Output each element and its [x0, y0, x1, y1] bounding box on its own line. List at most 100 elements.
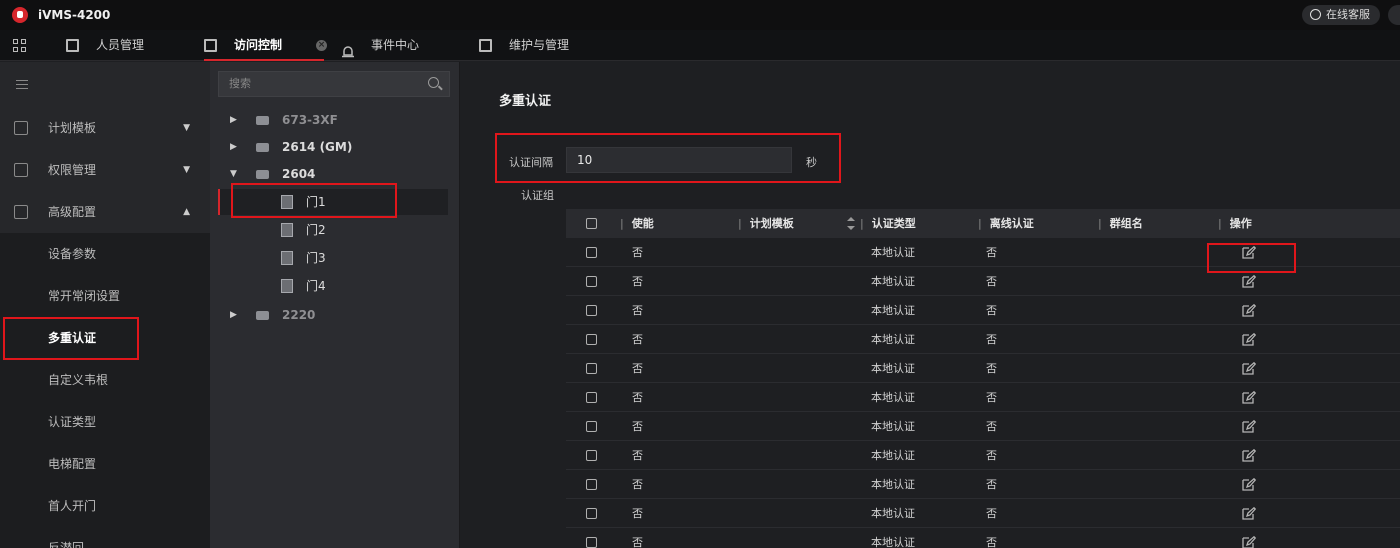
chevron-right-icon[interactable]: ▶ [230, 134, 237, 160]
column-header-template[interactable]: | 计划模板 [738, 209, 794, 238]
edit-icon[interactable] [1242, 507, 1256, 520]
cell-offline: 否 [986, 333, 997, 346]
row-checkbox[interactable] [586, 450, 597, 461]
online-support-button[interactable]: 在线客服 [1302, 5, 1380, 25]
tree-node-door[interactable]: 门1 [281, 189, 401, 215]
edit-icon[interactable] [1242, 362, 1256, 375]
column-separator: | [1218, 217, 1222, 230]
table-row[interactable]: 否 本地认证 否 [566, 325, 1400, 354]
tree-node-label: 673-3XF [282, 113, 338, 127]
sidebar-item-custom-wiegand[interactable]: 自定义韦根 [0, 359, 210, 401]
edit-icon[interactable] [1242, 391, 1256, 404]
sidebar-item-normally-open-close[interactable]: 常开常闭设置 [0, 275, 210, 317]
auth-group-table: | 使能 | 计划模板 | 认证类型 | 离线认证 | 群组名 | 操作 否本地认证否否本地… [566, 209, 1400, 548]
column-header-label: 认证类型 [871, 217, 916, 230]
table-row[interactable]: 否 本地认证 否 [566, 470, 1400, 499]
row-checkbox[interactable] [586, 421, 597, 432]
row-checkbox[interactable] [586, 276, 597, 287]
sidebar-item-permission[interactable]: 权限管理 ▼ [0, 149, 210, 191]
sidebar-item-auth-type[interactable]: 认证类型 [0, 401, 210, 443]
tree-node-label: 2220 [282, 308, 316, 322]
interval-label: 认证间隔 [509, 156, 553, 169]
tab-maintenance[interactable]: 维护与管理 [479, 30, 589, 61]
edit-icon[interactable] [1242, 420, 1256, 433]
chevron-right-icon[interactable]: ▶ [230, 302, 237, 328]
cell-enabled: 否 [632, 304, 643, 317]
search-icon[interactable] [428, 77, 439, 88]
cell-auth-type: 本地认证 [871, 507, 915, 520]
chevron-right-icon[interactable]: ▶ [230, 107, 237, 133]
tree-node-label: 门2 [306, 223, 326, 237]
sidebar-item-first-person-open[interactable]: 首人开门 [0, 485, 210, 527]
window-control[interactable] [1388, 5, 1400, 25]
row-checkbox[interactable] [586, 363, 597, 374]
row-checkbox[interactable] [586, 537, 597, 548]
row-checkbox[interactable] [586, 247, 597, 258]
tab-event-center[interactable]: 事件中心 [341, 30, 441, 61]
app-title: iVMS-4200 [38, 8, 111, 22]
column-header-enabled[interactable]: | 使能 [620, 209, 654, 238]
table-body: 否本地认证否否本地认证否否本地认证否否本地认证否否本地认证否否本地认证否否本地认… [566, 238, 1400, 548]
sidebar-item-anti-passback[interactable]: 反潜回 [0, 527, 210, 548]
tree-node-door[interactable]: 门3 [281, 245, 401, 271]
sidebar-item-multi-auth[interactable]: 多重认证 [0, 317, 210, 359]
close-icon[interactable]: × [316, 40, 327, 51]
sort-icon[interactable] [847, 216, 855, 231]
column-header-group-name[interactable]: | 群组名 [1098, 209, 1143, 238]
row-checkbox[interactable] [586, 508, 597, 519]
cell-offline: 否 [986, 391, 997, 404]
cell-enabled: 否 [632, 362, 643, 375]
sidebar-item-label: 电梯配置 [48, 457, 97, 471]
edit-icon[interactable] [1242, 246, 1256, 259]
tree-node-door[interactable]: 门2 [281, 217, 401, 243]
tree-node-device[interactable]: ▶ 2220 [230, 302, 430, 328]
edit-icon[interactable] [1242, 333, 1256, 346]
edit-icon[interactable] [1242, 536, 1256, 548]
sidebar-item-schedule-template[interactable]: 计划模板 ▼ [0, 107, 210, 149]
row-checkbox[interactable] [586, 305, 597, 316]
tree-node-device[interactable]: ▶ 673-3XF [230, 107, 430, 133]
tree-node-device[interactable]: ▼ 2604 [230, 161, 430, 187]
table-row[interactable]: 否 本地认证 否 [566, 441, 1400, 470]
row-checkbox[interactable] [586, 392, 597, 403]
select-all-checkbox[interactable] [586, 218, 597, 229]
cell-auth-type: 本地认证 [871, 275, 915, 288]
sidebar-item-advanced-config[interactable]: 高级配置 ▲ [0, 191, 210, 233]
table-row[interactable]: 否 本地认证 否 [566, 296, 1400, 325]
table-row[interactable]: 否 本地认证 否 [566, 412, 1400, 441]
sidebar-item-elevator-config[interactable]: 电梯配置 [0, 443, 210, 485]
column-header-offline[interactable]: | 离线认证 [978, 209, 1034, 238]
row-checkbox[interactable] [586, 479, 597, 490]
cell-enabled: 否 [632, 246, 643, 259]
table-header: | 使能 | 计划模板 | 认证类型 | 离线认证 | 群组名 | 操作 [566, 209, 1400, 238]
table-row[interactable]: 否 本地认证 否 [566, 354, 1400, 383]
sidebar-item-label: 设备参数 [48, 247, 97, 261]
interval-input[interactable]: 10 [566, 147, 792, 173]
menu-collapse-icon[interactable] [16, 80, 28, 89]
tab-access-control[interactable]: 访问控制 × [204, 30, 327, 61]
chevron-down-icon[interactable]: ▼ [230, 161, 237, 187]
table-row[interactable]: 否 本地认证 否 [566, 238, 1400, 267]
edit-icon[interactable] [1242, 478, 1256, 491]
row-checkbox[interactable] [586, 334, 597, 345]
alarm-bell-icon [341, 39, 355, 58]
online-support-label: 在线客服 [1326, 8, 1370, 21]
module-grid-icon[interactable] [13, 39, 27, 53]
interval-unit: 秒 [806, 156, 817, 169]
tab-person-management[interactable]: 人员管理 [66, 30, 176, 61]
chevron-down-icon: ▼ [183, 123, 190, 133]
tree-node-door[interactable]: 门4 [281, 273, 401, 299]
edit-icon[interactable] [1242, 449, 1256, 462]
sidebar-item-device-params[interactable]: 设备参数 [0, 233, 210, 275]
column-header-auth-type[interactable]: | 认证类型 [860, 209, 916, 238]
edit-icon[interactable] [1242, 304, 1256, 317]
cell-enabled: 否 [632, 420, 643, 433]
tree-node-device[interactable]: ▶ 2614 (GM) [230, 134, 430, 160]
tree-search-input[interactable]: 搜索 [218, 71, 450, 97]
table-row[interactable]: 否 本地认证 否 [566, 383, 1400, 412]
table-row[interactable]: 否 本地认证 否 [566, 528, 1400, 548]
table-row[interactable]: 否 本地认证 否 [566, 267, 1400, 296]
edit-icon[interactable] [1242, 275, 1256, 288]
table-row[interactable]: 否 本地认证 否 [566, 499, 1400, 528]
cell-offline: 否 [986, 507, 997, 520]
